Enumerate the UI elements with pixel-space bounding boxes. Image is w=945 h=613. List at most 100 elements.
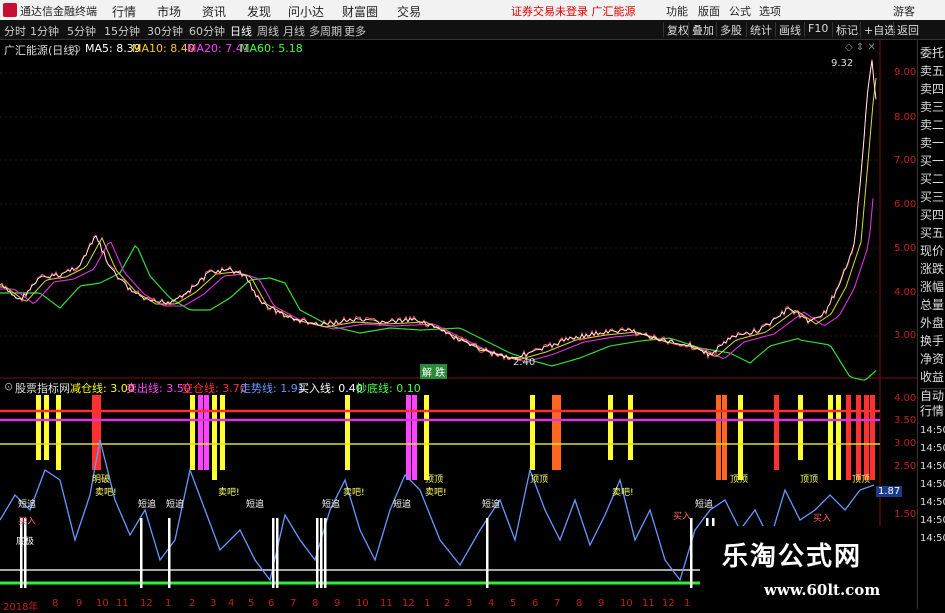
month-tick: 10 [620,598,633,609]
side-weituo[interactable]: 委托 [920,46,945,60]
side-auto[interactable]: 自动 [920,388,945,403]
low-price-label: 2.40 [513,357,536,368]
menu-wenxiaoda[interactable]: 问小达 [288,3,324,20]
tag-zhuizhang: 短追 [166,500,185,510]
tag-mingpo: 明破 [92,475,111,485]
indicator-line-kongcang: 空仓线: 3.70 [182,382,247,395]
login-warning[interactable]: 证券交易未登录 广汇能源 [511,3,636,19]
price-tick: 7.00 [894,155,917,166]
btn-biaoji[interactable]: 标记 [832,22,861,37]
indicator-signal-bars [36,395,875,480]
tag-mairu: 买入 [813,514,832,524]
app-logo-icon [3,3,17,17]
month-tick: 3 [466,598,473,609]
tag-dingding: 顶顶 [730,475,749,485]
price-tick: 3.00 [894,330,917,341]
ind-tick: 3.50 [894,415,917,426]
btn-huaxian[interactable]: 画线 [775,22,804,37]
month-tick: 1 [165,598,172,609]
period-multi[interactable]: 多周期 [309,23,342,39]
side-buy5: 买五 [920,226,945,240]
ma10-label: MA10: 8.40 [132,42,195,55]
btn-f10[interactable]: F10 [804,22,831,37]
ind-tick: 2.50 [894,461,917,472]
tag-mairu: 买入 [673,512,692,522]
price-tick: 6.00 [894,199,917,210]
btn-fanhui[interactable]: 返回 [893,22,922,37]
chart-controls-icon[interactable]: ◇ ⇕ ✕ [845,42,876,53]
side-zhangfu: 涨幅 [920,280,945,294]
menu-zixun[interactable]: 资讯 [202,3,226,20]
menu-shichang[interactable]: 市场 [157,3,181,20]
btn-tongji[interactable]: 统计 [746,22,775,37]
period-1min[interactable]: 1分钟 [30,23,59,39]
tag-mai: 卖吧! [218,488,240,498]
period-monthly[interactable]: 月线 [283,23,305,39]
price-grid [0,72,880,337]
month-tick: 8 [52,598,59,609]
btn-banmian[interactable]: 版面 [698,3,720,19]
buy-signal-bars [20,518,715,588]
month-tick: 9 [76,598,83,609]
menu-jiaoyi[interactable]: 交易 [397,3,421,20]
btn-gongshi[interactable]: 公式 [729,3,751,19]
ind-tick: 4.00 [894,393,917,404]
month-tick: 5 [510,598,517,609]
month-tick: 8 [576,598,583,609]
tag-dingding: 顶顶 [852,475,871,485]
side-time: 14:50 [920,515,945,526]
user-guest[interactable]: 游客 [893,3,915,19]
high-price-label: 9.32 [831,58,854,69]
tag-zhuizhang: 短追 [18,500,37,510]
month-tick: 7 [290,598,297,609]
menu-faxian[interactable]: 发现 [247,3,271,20]
tag-mai: 卖吧! [343,488,365,498]
month-tick: 12 [402,598,415,609]
period-15min[interactable]: 15分钟 [104,23,140,39]
period-more[interactable]: 更多 [344,23,366,39]
menu-hangqing[interactable]: 行情 [112,3,136,20]
chart-canvas[interactable] [0,40,917,609]
ma-toggle-icon[interactable]: ⊙ [72,42,81,55]
period-5min[interactable]: 5分钟 [67,23,96,39]
btn-duogu[interactable]: 多股 [716,22,745,37]
month-tick: 9 [334,598,341,609]
btn-xuanxiang[interactable]: 选项 [759,3,781,19]
price-tick: 5.00 [894,243,917,254]
price-tick: 8.00 [894,112,917,123]
side-hangqing[interactable]: 行情 [920,404,945,418]
period-fenshi[interactable]: 分时 [4,23,26,39]
stock-title: 广汇能源(日线) [4,44,79,57]
btn-gongneng[interactable]: 功能 [666,3,688,19]
tag-zhuizhang: 短追 [695,500,714,510]
month-tick: 9 [598,598,605,609]
side-waipan: 外盘 [920,316,945,330]
side-huanshou: 换手 [920,334,945,348]
tag-mai: 卖吧! [425,488,447,498]
month-tick: 11 [380,598,393,609]
month-tick: 10 [96,598,109,609]
side-buy1: 买一 [920,154,945,168]
period-daily[interactable]: 日线 [230,23,252,39]
side-sell4: 卖四 [920,82,945,96]
tag-zhuizhang: 短追 [482,500,501,510]
tag-diji: 底极 [16,537,35,547]
period-60min[interactable]: 60分钟 [189,23,225,39]
side-sell5: 卖五 [920,64,945,78]
period-30min[interactable]: 30分钟 [147,23,183,39]
side-buy2: 买二 [920,172,945,186]
month-tick: 1 [424,598,431,609]
indicator-toggle-icon[interactable]: ⊙ [4,380,13,393]
tag-zhuizhang: 短追 [393,500,412,510]
app-name: 通达信金融终端 [20,5,97,18]
period-toolbar: 分时 1分钟 5分钟 15分钟 30分钟 60分钟 日线 周线 月线 多周期 更… [0,20,945,40]
period-weekly[interactable]: 周线 [257,23,279,39]
side-zongliang: 总量 [920,298,945,312]
tag-dingding: 顶顶 [530,475,549,485]
btn-diejia[interactable]: 叠加 [688,22,717,37]
event-badge[interactable]: 解 跌 [420,364,448,379]
watermark-title: 乐淘公式网 [722,542,863,572]
ind-tick: 3.00 [894,438,917,449]
menu-caifuquan[interactable]: 财富圈 [342,3,378,20]
tag-mai: 卖吧! [612,488,634,498]
